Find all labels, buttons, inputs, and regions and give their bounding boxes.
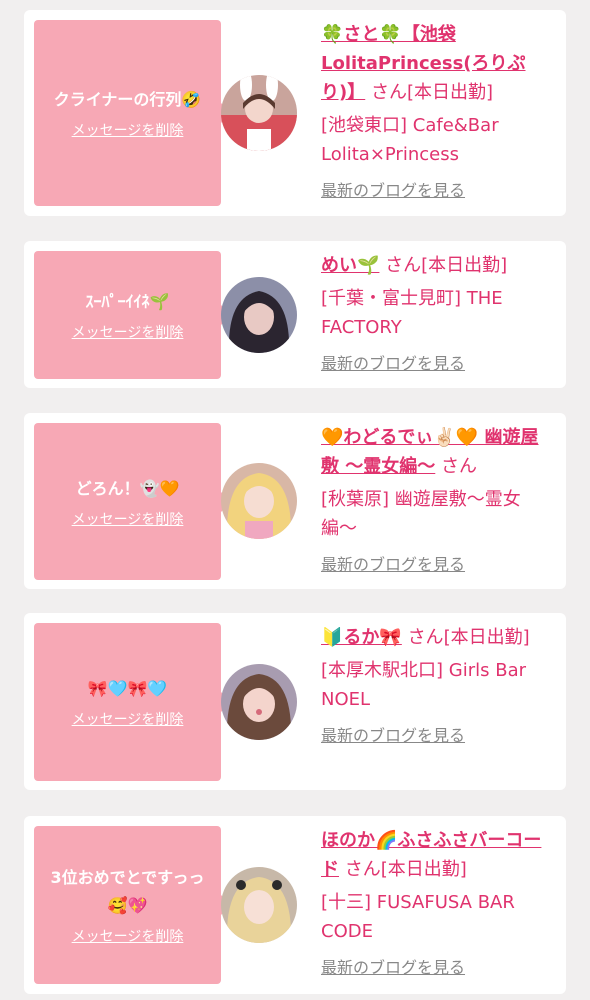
message-text: クライナーの行列🤣	[53, 90, 202, 109]
card-info: めい🌱 さん[本日出勤] [千葉・富士見町] THE FACTORY 最新のブロ…	[321, 251, 553, 374]
shop-name: [十三] FUSAFUSA BAR CODE	[321, 892, 515, 942]
message-list: クライナーの行列🤣 メッセージを削除 🍀さと🍀【池袋LolitaPrincess…	[0, 0, 590, 1000]
shop-name: [池袋東口] Cafe&Bar Lolita×Princess	[321, 115, 499, 165]
message-text: 3位おめでとですっっ🥰💖	[50, 868, 205, 915]
avatar-image	[221, 664, 297, 740]
honorific-label: さん	[441, 456, 478, 477]
message-text: どろん！👻🧡	[75, 478, 180, 498]
avatar-image	[221, 75, 297, 151]
status-label: [本日出勤]	[380, 859, 467, 880]
latest-blog-link[interactable]: 最新のブログを見る	[321, 954, 465, 978]
user-name-link[interactable]: 🔰るか🎀	[321, 627, 402, 648]
message-bubble: クライナーの行列🤣 メッセージを削除	[34, 20, 231, 206]
honorific-label: さん	[385, 255, 422, 276]
user-name-link[interactable]: 🧡わどるでぃ✌🏻🧡 幽遊屋敷 〜霊女編〜	[321, 427, 539, 477]
list-item: ｽｰﾊﾟｰｲｲﾈ🌱 メッセージを削除 めい🌱 さん[本日出勤] [千葉・富士見町…	[24, 241, 566, 388]
avatar[interactable]	[221, 75, 297, 151]
latest-blog-link[interactable]: 最新のブログを見る	[321, 722, 465, 746]
honorific-label: さん	[370, 82, 407, 103]
message-bubble: どろん！👻🧡 メッセージを削除	[34, 423, 231, 580]
list-item: 3位おめでとですっっ🥰💖 メッセージを削除 ほのか🌈ふさふさバーコード さん[本…	[24, 816, 566, 994]
message-bubble: ｽｰﾊﾟｰｲｲﾈ🌱 メッセージを削除	[34, 251, 231, 379]
list-item: どろん！👻🧡 メッセージを削除 🧡わどるでぃ✌🏻🧡 幽遊屋敷 〜霊女編〜 さん …	[24, 413, 566, 589]
honorific-label: さん	[407, 627, 444, 648]
message-text: 🎀🩵🎀🩵	[87, 679, 168, 698]
message-text: ｽｰﾊﾟｰｲｲﾈ🌱	[85, 292, 170, 311]
card-info: 🔰るか🎀 さん[本日出勤] [本厚木駅北口] Girls Bar NOEL 最新…	[321, 623, 553, 746]
delete-message-link[interactable]: メッセージを削除	[72, 709, 184, 729]
user-name-link[interactable]: めい🌱	[321, 255, 379, 276]
shop-name: [秋葉原] 幽遊屋敷〜霊女編〜	[321, 489, 521, 539]
delete-message-link[interactable]: メッセージを削除	[72, 509, 184, 529]
shop-name: [千葉・富士見町] THE FACTORY	[321, 288, 503, 338]
status-label: [本日出勤]	[406, 82, 494, 103]
message-bubble: 🎀🩵🎀🩵 メッセージを削除	[34, 623, 231, 781]
status-label: [本日出勤]	[443, 627, 530, 648]
list-item: クライナーの行列🤣 メッセージを削除 🍀さと🍀【池袋LolitaPrincess…	[24, 10, 566, 216]
list-item: 🎀🩵🎀🩵 メッセージを削除 🔰るか🎀 さん[本日出勤] [本厚木駅北口] Gir…	[24, 613, 566, 790]
honorific-label: さん	[344, 859, 381, 880]
latest-blog-link[interactable]: 最新のブログを見る	[321, 551, 465, 575]
avatar[interactable]	[221, 867, 297, 943]
delete-message-link[interactable]: メッセージを削除	[72, 322, 184, 342]
status-label: [本日出勤]	[421, 255, 508, 276]
card-info: 🍀さと🍀【池袋LolitaPrincess(ろりぷり)】 さん[本日出勤] [池…	[321, 20, 553, 201]
delete-message-link[interactable]: メッセージを削除	[72, 120, 184, 140]
avatar-image	[221, 867, 297, 943]
shop-name: [本厚木駅北口] Girls Bar NOEL	[321, 660, 526, 710]
message-bubble: 3位おめでとですっっ🥰💖 メッセージを削除	[34, 826, 231, 984]
avatar[interactable]	[221, 277, 297, 353]
card-info: ほのか🌈ふさふさバーコード さん[本日出勤] [十三] FUSAFUSA BAR…	[321, 826, 553, 978]
delete-message-link[interactable]: メッセージを削除	[72, 926, 184, 946]
avatar[interactable]	[221, 664, 297, 740]
avatar[interactable]	[221, 463, 297, 539]
latest-blog-link[interactable]: 最新のブログを見る	[321, 177, 465, 201]
latest-blog-link[interactable]: 最新のブログを見る	[321, 350, 465, 374]
avatar-image	[221, 277, 297, 353]
card-info: 🧡わどるでぃ✌🏻🧡 幽遊屋敷 〜霊女編〜 さん [秋葉原] 幽遊屋敷〜霊女編〜 …	[321, 423, 553, 575]
avatar-image	[221, 463, 297, 539]
